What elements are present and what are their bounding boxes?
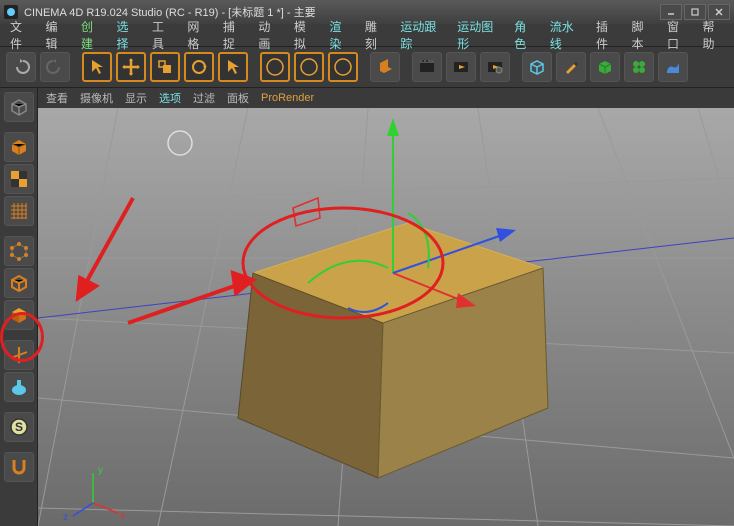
- viewport-menubar: 查看 摄像机 显示 选项 过滤 面板 ProRender: [38, 88, 734, 108]
- viewport-solo-button[interactable]: [4, 372, 34, 402]
- primitive-cube-button[interactable]: [522, 52, 552, 82]
- svg-text:y: y: [98, 465, 103, 476]
- menu-capture[interactable]: 捕捉: [219, 17, 248, 53]
- svg-text:x: x: [120, 510, 125, 521]
- spline-pen-button[interactable]: [556, 52, 586, 82]
- menu-edit[interactable]: 编辑: [41, 17, 70, 53]
- y-axis-button[interactable]: Y: [294, 52, 324, 82]
- generator-button[interactable]: [590, 52, 620, 82]
- svg-text:S: S: [14, 420, 22, 434]
- menu-simulate[interactable]: 模拟: [290, 17, 319, 53]
- menu-select[interactable]: 选择: [112, 17, 141, 53]
- viewport-canvas[interactable]: y x z: [38, 108, 734, 526]
- vpmenu-options[interactable]: 选项: [159, 90, 181, 106]
- svg-text:Y: Y: [305, 62, 313, 74]
- deformer-button[interactable]: [624, 52, 654, 82]
- environment-button[interactable]: [658, 52, 688, 82]
- menu-render[interactable]: 渲染: [325, 17, 354, 53]
- rotate-tool-button[interactable]: [184, 52, 214, 82]
- z-axis-button[interactable]: Z: [328, 52, 358, 82]
- undo-button[interactable]: [6, 52, 36, 82]
- menu-pipeline[interactable]: 流水线: [546, 17, 586, 53]
- texture-mode-button[interactable]: [4, 164, 34, 194]
- point-mode-button[interactable]: [4, 236, 34, 266]
- snap-settings-button[interactable]: [4, 452, 34, 482]
- vpmenu-prorender[interactable]: ProRender: [261, 92, 314, 104]
- workplane-mode-button[interactable]: [4, 196, 34, 226]
- vpmenu-view[interactable]: 查看: [46, 90, 68, 106]
- vpmenu-filter[interactable]: 过滤: [193, 90, 215, 106]
- svg-text:X: X: [271, 62, 279, 74]
- menu-character[interactable]: 角色: [510, 17, 539, 53]
- edge-mode-button[interactable]: [4, 268, 34, 298]
- menu-create[interactable]: 创建: [77, 17, 106, 53]
- recent-tool-button[interactable]: [218, 52, 248, 82]
- menu-mograph[interactable]: 运动图形: [453, 17, 504, 53]
- select-tool-button[interactable]: [82, 52, 112, 82]
- mode-sidebar: S: [0, 88, 38, 526]
- vpmenu-camera[interactable]: 摄像机: [80, 90, 113, 106]
- vpmenu-display[interactable]: 显示: [125, 90, 147, 106]
- menu-plugins[interactable]: 插件: [592, 17, 621, 53]
- main-menubar: 文件 编辑 创建 选择 工具 网格 捕捉 动画 模拟 渲染 雕刻 运动跟踪 运动…: [0, 24, 734, 46]
- menu-animate[interactable]: 动画: [254, 17, 283, 53]
- render-view-button[interactable]: [412, 52, 442, 82]
- polygon-mode-button[interactable]: [4, 300, 34, 330]
- menu-motiontracker[interactable]: 运动跟踪: [396, 17, 447, 53]
- redo-button[interactable]: [40, 52, 70, 82]
- move-tool-button[interactable]: [116, 52, 146, 82]
- x-axis-button[interactable]: X: [260, 52, 290, 82]
- coord-system-button[interactable]: [370, 52, 400, 82]
- menu-window[interactable]: 窗口: [663, 17, 692, 53]
- vpmenu-panel[interactable]: 面板: [227, 90, 249, 106]
- svg-text:Z: Z: [340, 62, 347, 74]
- render-settings-button[interactable]: [480, 52, 510, 82]
- menu-file[interactable]: 文件: [6, 17, 35, 53]
- menu-mesh[interactable]: 网格: [183, 17, 212, 53]
- model-mode-button[interactable]: [4, 132, 34, 162]
- menu-script[interactable]: 脚本: [627, 17, 656, 53]
- make-editable-button[interactable]: [4, 92, 34, 122]
- menu-tools[interactable]: 工具: [148, 17, 177, 53]
- viewport[interactable]: 查看 摄像机 显示 选项 过滤 面板 ProRender 透视视图: [38, 88, 734, 526]
- axis-tweak-button[interactable]: [4, 340, 34, 370]
- snap-toggle-button[interactable]: S: [4, 412, 34, 442]
- menu-help[interactable]: 帮助: [698, 17, 727, 53]
- render-region-button[interactable]: [446, 52, 476, 82]
- scale-tool-button[interactable]: [150, 52, 180, 82]
- svg-text:z: z: [63, 512, 68, 523]
- menu-sculpt[interactable]: 雕刻: [361, 17, 390, 53]
